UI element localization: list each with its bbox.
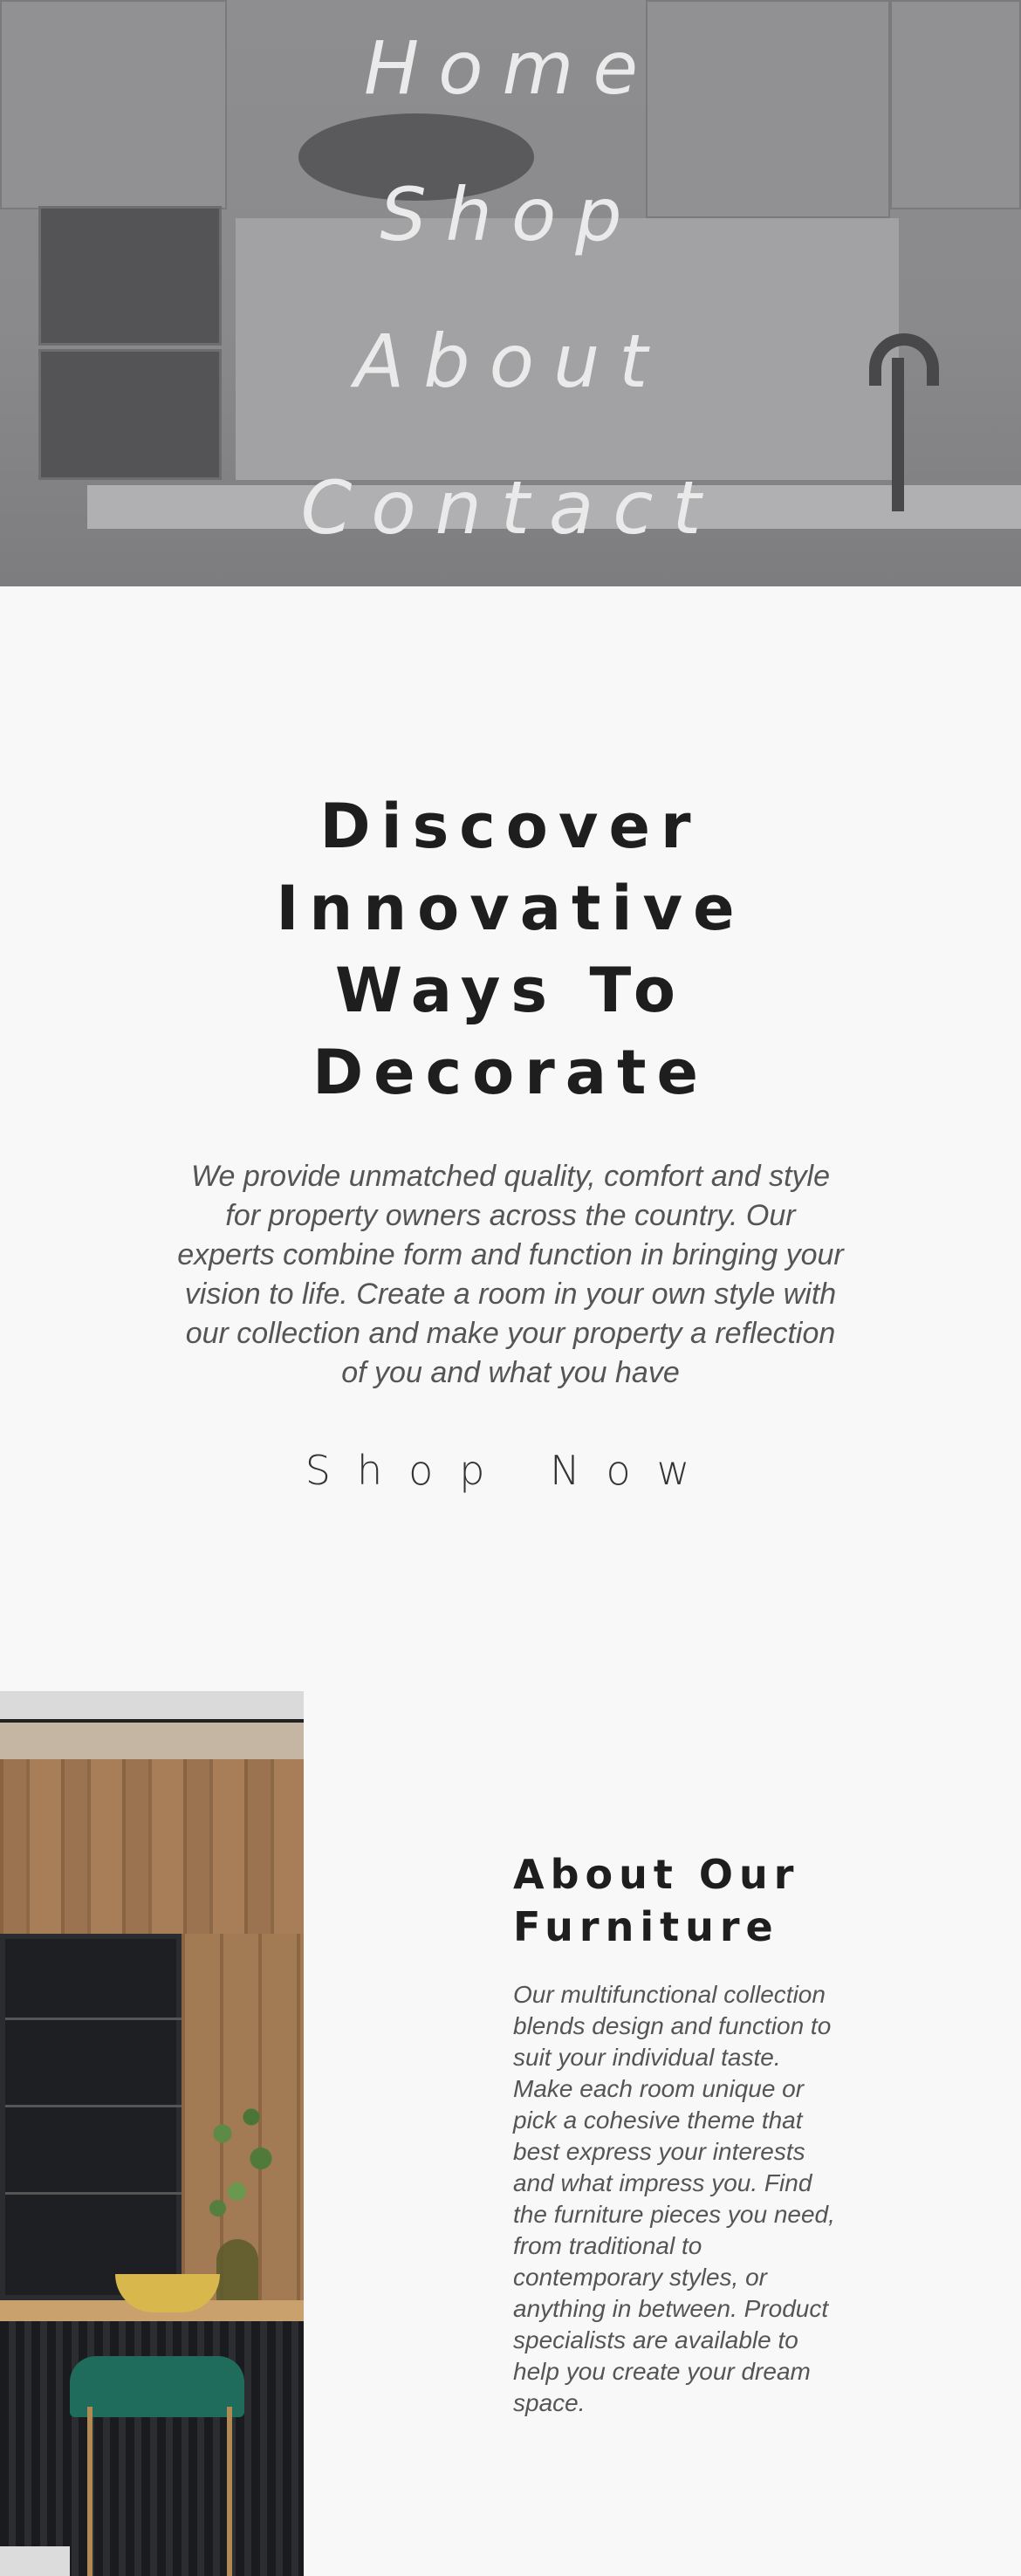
intro-text-line: of you and what you have <box>341 1356 680 1389</box>
intro-heading-line: Discover <box>319 791 702 862</box>
intro-heading-line: Decorate <box>312 1037 709 1108</box>
intro-heading-line: Innovative <box>276 873 745 944</box>
about-heading-line: About Our <box>513 1851 800 1898</box>
about-text-line: best express your interests <box>513 2138 805 2165</box>
glass-cabinet <box>0 1934 187 2300</box>
glass-vase <box>216 2239 258 2305</box>
about-text-line: space. <box>513 2389 586 2416</box>
cabinet-shelf <box>5 2105 187 2107</box>
cabinet-shelf <box>5 2192 187 2195</box>
about-text-line: Our multifunctional collection <box>513 1981 826 2008</box>
about-text-line: from traditional to <box>513 2232 702 2259</box>
intro-heading-line: Ways To <box>334 955 686 1026</box>
hero-banner: Home Shop About Contact <box>0 0 1021 586</box>
intro-heading: Discover Innovative Ways To Decorate <box>161 785 860 1113</box>
about-heading-line: Furniture <box>513 1903 779 1950</box>
floor <box>0 2546 70 2576</box>
ceiling <box>0 1691 304 1723</box>
intro-text-line: vision to life. Create a room in your ow… <box>184 1278 837 1311</box>
intro-text-line: experts combine form and function in bri… <box>177 1238 844 1271</box>
about-heading: About Our Furniture <box>513 1848 906 1953</box>
nav-link-contact[interactable]: Contact <box>0 471 1021 545</box>
nav-link-home[interactable]: Home <box>0 31 1021 105</box>
intro-text-line: for property owners across the country. … <box>225 1199 796 1232</box>
about-text-line: the furniture pieces you need, <box>513 2201 835 2228</box>
nav-link-about[interactable]: About <box>0 325 1021 398</box>
shop-now-button[interactable]: Shop Now <box>249 1447 772 1494</box>
about-description: Our multifunctional collection blends de… <box>513 1979 880 2419</box>
green-chair <box>70 2356 244 2417</box>
chair-leg <box>87 2407 93 2576</box>
about-text-line: specialists are available to <box>513 2326 798 2353</box>
about-text-line: blends design and function to <box>513 2012 832 2039</box>
about-text-line: contemporary styles, or <box>513 2264 767 2291</box>
about-text-line: and what impress you. Find <box>513 2169 812 2196</box>
intro-text-line: our collection and make your property a … <box>185 1317 836 1350</box>
kitchen-furniture-image <box>0 1691 304 2576</box>
about-text-line: Make each room unique or <box>513 2075 805 2102</box>
potted-plant <box>194 2084 290 2250</box>
chair-leg <box>227 2407 232 2576</box>
wood-panel <box>0 1759 304 1934</box>
about-text-line: anything in between. Product <box>513 2295 829 2322</box>
about-text-line: help you create your dream <box>513 2358 811 2385</box>
main-nav: Home Shop About Contact <box>0 0 1021 586</box>
about-text-line: suit your individual taste. <box>513 2044 781 2071</box>
cabinet-shelf <box>5 2018 187 2020</box>
nav-link-shop[interactable]: Shop <box>0 178 1021 251</box>
about-text-line: pick a cohesive theme that <box>513 2107 803 2134</box>
intro-description: We provide unmatched quality, comfort an… <box>153 1157 868 1393</box>
intro-text-line: We provide unmatched quality, comfort an… <box>191 1160 830 1193</box>
